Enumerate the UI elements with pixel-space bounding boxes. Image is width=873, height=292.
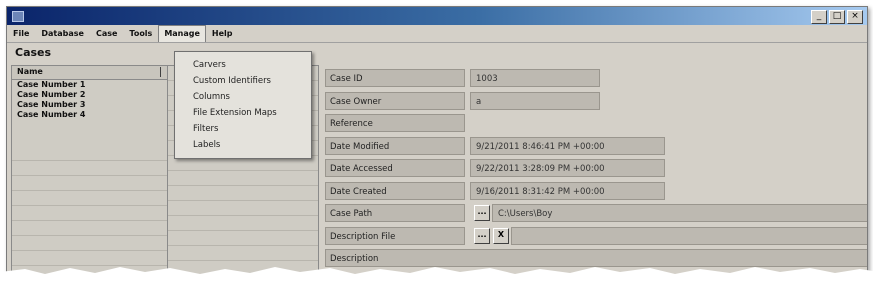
menu-item-labels[interactable]: Labels	[175, 137, 311, 153]
cases-header: Cases	[9, 44, 865, 62]
description-file-value[interactable]	[511, 226, 867, 245]
date-created-label: Date Created	[325, 181, 465, 200]
property-row-case-id: Case ID 1003	[325, 69, 867, 89]
date-modified-value[interactable]: 9/21/2011 8:46:41 PM +00:00	[470, 136, 665, 155]
date-accessed-label: Date Accessed	[325, 159, 465, 177]
name-column-label: Name	[17, 67, 43, 76]
browse-description-file-button[interactable]: ...	[474, 227, 490, 244]
menu-bar: File Database Case Tools Manage Help	[7, 25, 867, 43]
property-row-date-created: Date Created 9/16/2011 8:31:42 PM +00:00	[325, 181, 867, 202]
description-file-label: Description File	[325, 226, 465, 245]
case-properties-panel: Case ID 1003 Case Owner a Reference Date…	[325, 69, 867, 272]
menu-item-columns[interactable]: Columns	[175, 89, 311, 105]
case-id-value[interactable]: 1003	[470, 69, 600, 87]
manage-dropdown-menu: Carvers Custom Identifiers Columns File …	[174, 51, 312, 159]
case-id-label: Case ID	[325, 69, 465, 87]
case-owner-value[interactable]: a	[470, 91, 600, 110]
cases-title: Cases	[15, 46, 52, 59]
case-path-label: Case Path	[325, 204, 465, 222]
date-created-value[interactable]: 9/16/2011 8:31:42 PM +00:00	[470, 181, 665, 200]
case-list-item[interactable]: Case Number 2	[12, 90, 167, 100]
case-list-item[interactable]: Case Number 4	[12, 110, 167, 120]
menu-manage[interactable]: Manage	[158, 25, 206, 42]
minimize-button[interactable]: _	[811, 10, 827, 24]
property-row-date-accessed: Date Accessed 9/22/2011 3:28:09 PM +00:0…	[325, 159, 867, 179]
menu-help[interactable]: Help	[206, 25, 239, 42]
date-accessed-value[interactable]: 9/22/2011 3:28:09 PM +00:00	[470, 159, 665, 177]
browse-case-path-button[interactable]: ...	[474, 205, 490, 221]
menu-case[interactable]: Case	[90, 25, 123, 42]
menu-item-file-extension-maps[interactable]: File Extension Maps	[175, 105, 311, 121]
list-empty-area	[12, 146, 167, 281]
property-row-case-path: Case Path ... C:\Users\Boy	[325, 204, 867, 224]
column-resize-handle[interactable]	[160, 67, 161, 77]
menu-file[interactable]: File	[7, 25, 35, 42]
reference-label: Reference	[325, 114, 465, 132]
cases-list: Name Case Number 1 Case Number 2 Case Nu…	[11, 65, 168, 282]
date-modified-label: Date Modified	[325, 136, 465, 155]
title-bar[interactable]: _ □ ×	[7, 7, 867, 25]
window-controls: _ □ ×	[811, 10, 863, 24]
property-row-date-modified: Date Modified 9/21/2011 8:46:41 PM +00:0…	[325, 136, 867, 157]
property-row-reference: Reference	[325, 114, 867, 134]
app-icon	[12, 11, 24, 22]
case-owner-label: Case Owner	[325, 91, 465, 110]
application-window: _ □ × File Database Case Tools Manage He…	[6, 6, 868, 284]
remove-description-file-button[interactable]: X	[493, 227, 509, 244]
case-list-item[interactable]: Case Number 1	[12, 80, 167, 90]
close-button[interactable]: ×	[847, 10, 863, 24]
case-list-item[interactable]: Case Number 3	[12, 100, 167, 110]
case-path-value[interactable]: C:\Users\Boy	[492, 204, 867, 222]
property-row-description-file: Description File ... X	[325, 226, 867, 247]
list-column-header[interactable]: Name	[12, 66, 167, 80]
torn-edge-decoration	[0, 267, 873, 292]
menu-tools[interactable]: Tools	[123, 25, 158, 42]
menu-item-filters[interactable]: Filters	[175, 121, 311, 137]
menu-database[interactable]: Database	[35, 25, 90, 42]
menu-item-carvers[interactable]: Carvers	[175, 57, 311, 73]
property-row-case-owner: Case Owner a	[325, 91, 867, 112]
maximize-button[interactable]: □	[829, 10, 845, 24]
menu-item-custom-identifiers[interactable]: Custom Identifiers	[175, 73, 311, 89]
